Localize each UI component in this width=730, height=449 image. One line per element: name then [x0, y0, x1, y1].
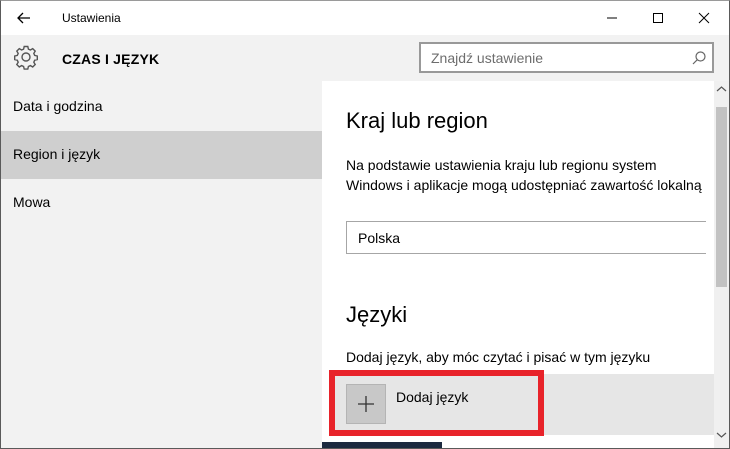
- minimize-icon: [607, 17, 617, 19]
- sidebar-item-mowa[interactable]: Mowa: [1, 179, 322, 227]
- close-icon: [698, 12, 710, 24]
- region-description: Na podstawie ustawienia kraju lub region…: [346, 157, 702, 193]
- section-title: CZAS I JĘZYK: [62, 51, 160, 67]
- maximize-button[interactable]: [635, 1, 681, 35]
- search-input[interactable]: [421, 44, 683, 71]
- plus-icon: [358, 396, 374, 412]
- plus-tile: [346, 384, 386, 424]
- sidebar-item-region-i-jezyk[interactable]: Region i język: [1, 131, 322, 179]
- minimize-button[interactable]: [589, 1, 635, 35]
- close-button[interactable]: [681, 1, 727, 35]
- sidebar-item-label: Mowa: [13, 194, 51, 210]
- gear-icon: [14, 45, 38, 70]
- bottom-edge: [322, 439, 714, 448]
- sidebar: Data i godzina Region i język Mowa: [1, 81, 322, 448]
- back-arrow-icon: [17, 12, 30, 24]
- scroll-down-icon[interactable]: [716, 431, 727, 439]
- vertical-scrollbar[interactable]: [714, 81, 729, 448]
- sidebar-item-label: Data i godzina: [13, 98, 103, 114]
- search-box[interactable]: [419, 42, 714, 73]
- country-value: Polska: [358, 230, 401, 246]
- scrollbar-thumb[interactable]: [716, 107, 727, 287]
- sidebar-item-label: Region i język: [13, 146, 101, 162]
- add-language-button[interactable]: Dodaj język: [334, 374, 714, 435]
- region-heading: Kraj lub region: [346, 108, 488, 133]
- window-title: Ustawienia: [62, 11, 121, 25]
- title-bar: Ustawienia: [1, 1, 729, 35]
- main-content: Kraj lub region Na podstawie ustawienia …: [322, 81, 714, 448]
- back-button[interactable]: [11, 6, 37, 30]
- add-language-label: Dodaj język: [396, 389, 469, 405]
- settings-header: CZAS I JĘZYK: [1, 35, 729, 81]
- languages-description: Dodaj język, aby móc czytać i pisać w ty…: [346, 349, 651, 365]
- country-dropdown[interactable]: Polska: [346, 221, 706, 254]
- settings-window: Ustawienia CZAS I JĘZYK Znajdź ustawieni…: [0, 0, 730, 449]
- sidebar-item-data-i-godzina[interactable]: Data i godzina: [1, 83, 322, 131]
- languages-heading: Języki: [346, 302, 408, 327]
- background-fragment: [322, 442, 442, 448]
- search-icon[interactable]: [690, 49, 708, 67]
- scroll-up-icon[interactable]: [716, 85, 727, 93]
- maximize-icon: [653, 13, 663, 23]
